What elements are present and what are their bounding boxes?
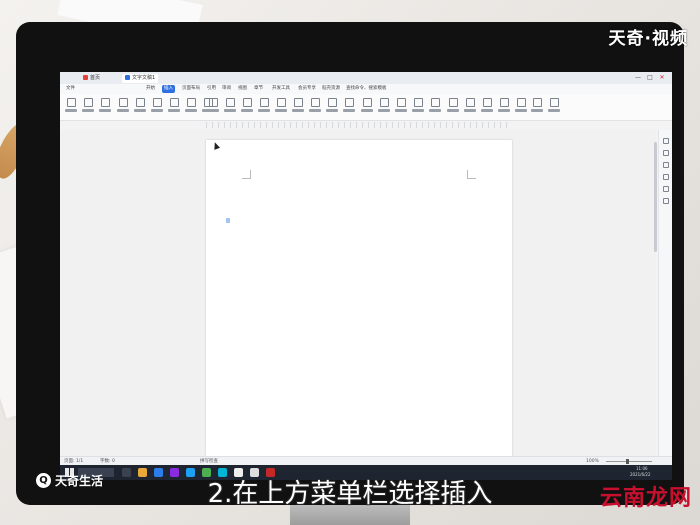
ribbon-group-illustrations <box>116 96 215 118</box>
maximize-button[interactable]: □ <box>646 73 654 82</box>
menu-review[interactable]: 审阅 <box>220 85 233 93</box>
wps-home-icon <box>83 75 88 80</box>
menu-insert[interactable]: 插入 <box>162 85 175 93</box>
command-search[interactable]: 查找命令、搜索模板 <box>344 85 389 93</box>
tools-icon[interactable] <box>663 186 669 192</box>
picture-button[interactable] <box>133 96 147 118</box>
menu-references[interactable]: 引用 <box>205 85 218 93</box>
document-workspace <box>60 130 656 456</box>
object-button[interactable] <box>428 96 442 118</box>
margin-corner-mark <box>467 170 476 179</box>
text-cursor-mark <box>226 218 230 223</box>
dropcap-button[interactable] <box>446 96 460 118</box>
icons-button[interactable] <box>167 96 181 118</box>
ribbon-group-pages <box>64 96 112 118</box>
table-button[interactable] <box>116 96 130 118</box>
list-icon[interactable] <box>663 174 669 180</box>
share-icon[interactable] <box>663 198 669 204</box>
page-break-button[interactable] <box>98 96 112 118</box>
margin-corner-mark <box>242 170 251 179</box>
menu-member[interactable]: 会员专享 <box>296 85 318 93</box>
screenshot-button[interactable] <box>206 96 220 118</box>
select-icon[interactable] <box>663 150 669 156</box>
tab-document[interactable]: 文字文稿1 <box>122 74 159 83</box>
header-footer-button[interactable] <box>291 96 305 118</box>
menu-bar: 文件 开始 插入 页面布局 引用 审阅 视图 章节 开发工具 会员专享 稻壳资源… <box>60 84 672 94</box>
right-task-pane <box>658 130 672 456</box>
tab-label: 文字文稿1 <box>132 75 156 81</box>
menu-file[interactable]: 文件 <box>64 85 77 93</box>
more-button[interactable] <box>257 96 271 118</box>
equation-button[interactable] <box>394 96 408 118</box>
symbol-button[interactable] <box>377 96 391 118</box>
comment-button[interactable] <box>274 96 288 118</box>
blank-page-button[interactable] <box>81 96 95 118</box>
menu-view[interactable]: 视图 <box>236 85 249 93</box>
close-button[interactable]: ✕ <box>658 73 666 82</box>
minimize-button[interactable]: — <box>634 73 642 82</box>
settings-icon[interactable] <box>663 162 669 168</box>
tab-label: 首页 <box>90 75 101 81</box>
resume-button[interactable] <box>547 96 561 118</box>
monitor-frame: 首页 文字文稿1 — □ ✕ 文件 开始 插入 页面布局 引用 审阅 视图 章节… <box>16 22 684 505</box>
screen: 首页 文字文稿1 — □ ✕ 文件 开始 插入 页面布局 引用 审阅 视图 章节… <box>60 72 672 480</box>
ribbon-group-links <box>446 96 528 118</box>
hyperlink-button[interactable] <box>480 96 494 118</box>
document-icon <box>125 75 130 80</box>
wordart-button[interactable] <box>360 96 374 118</box>
attachment-button[interactable] <box>514 96 528 118</box>
watermark-button[interactable] <box>325 96 339 118</box>
menu-sections[interactable]: 章节 <box>252 85 265 93</box>
flowchart-button[interactable] <box>223 96 237 118</box>
chart-button[interactable] <box>184 96 198 118</box>
bookmark-button[interactable] <box>463 96 477 118</box>
menu-page-layout[interactable]: 页面布局 <box>180 85 202 93</box>
shapes-button[interactable] <box>150 96 164 118</box>
ribbon-group-docs <box>530 96 561 118</box>
site-watermark: 云南龙网 <box>599 486 692 511</box>
video-watermark: 天奇·视频 <box>608 29 688 49</box>
tab-home[interactable]: 首页 <box>80 74 103 83</box>
edit-icon[interactable] <box>663 138 669 144</box>
page-number-button[interactable] <box>308 96 322 118</box>
vertical-scrollbar[interactable] <box>654 142 657 252</box>
date-button[interactable] <box>411 96 425 118</box>
menu-home[interactable]: 开始 <box>144 85 157 93</box>
document-page[interactable] <box>206 140 512 456</box>
zoom-slider[interactable] <box>606 461 652 462</box>
crossref-button[interactable] <box>497 96 511 118</box>
subtitle-caption: 2.在上方菜单栏选择插入 <box>207 479 493 509</box>
ribbon-group-media <box>206 96 271 118</box>
horizontal-ruler <box>206 122 512 128</box>
ribbon-group-header <box>274 96 356 118</box>
textbox-button[interactable] <box>342 96 356 118</box>
document-parts-button[interactable] <box>530 96 544 118</box>
mindmap-button[interactable] <box>240 96 254 118</box>
menu-docer[interactable]: 稻壳资源 <box>320 85 342 93</box>
cover-page-button[interactable] <box>64 96 78 118</box>
insert-ribbon <box>60 94 672 121</box>
ribbon-group-text <box>360 96 442 118</box>
menu-developer[interactable]: 开发工具 <box>270 85 292 93</box>
zoom-slider-handle[interactable] <box>626 459 629 464</box>
